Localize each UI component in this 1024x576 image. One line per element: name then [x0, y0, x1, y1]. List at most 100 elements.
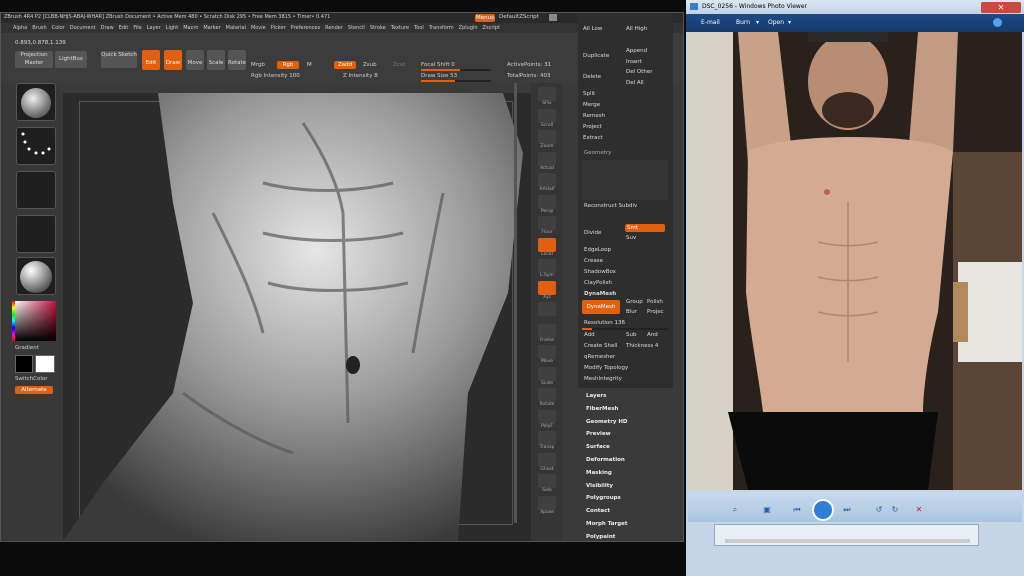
menu-document[interactable]: Document	[70, 25, 96, 31]
menu-alpha[interactable]: Alpha	[13, 25, 27, 31]
shelf-button-ghost[interactable]	[538, 452, 556, 467]
menu-macro[interactable]: Macro	[183, 25, 198, 31]
menu-picker[interactable]: Picker	[271, 25, 286, 31]
canvas-scrollbar[interactable]	[514, 83, 517, 523]
meshintegrity-button[interactable]: MeshIntegrity	[584, 376, 622, 382]
edit-button[interactable]: Edit	[142, 50, 160, 70]
actual-size-icon[interactable]: ▣	[760, 503, 774, 517]
email-button[interactable]: E-mail	[701, 19, 720, 26]
z-intensity-slider[interactable]: Z Intensity 8	[343, 73, 378, 79]
alternate-button[interactable]: Alternate	[15, 386, 53, 394]
move-button[interactable]: Move	[186, 50, 204, 70]
document-canvas[interactable]	[63, 93, 531, 541]
shelf-button-lsym[interactable]	[538, 259, 556, 273]
divide-button[interactable]: Divide	[584, 230, 601, 236]
modify-topology-button[interactable]: Modify Topology	[584, 365, 628, 371]
edgeloop-button[interactable]: EdgeLoop	[584, 247, 611, 253]
menu-zscript[interactable]: Zscript	[483, 25, 500, 31]
menu-texture[interactable]: Texture	[391, 25, 409, 31]
remesh-button[interactable]: Remesh	[583, 113, 605, 119]
insert-button[interactable]: Insert	[626, 59, 642, 65]
menu-polygroups[interactable]: Polygroups	[586, 495, 621, 501]
brush-thumbnail[interactable]	[16, 83, 56, 121]
shelf-button-frame[interactable]	[538, 323, 556, 338]
scale-button[interactable]: Scale	[207, 50, 225, 70]
blur-slider[interactable]: Blur	[626, 309, 637, 315]
shelf-button-local[interactable]	[538, 237, 556, 252]
sub-button[interactable]: Sub	[626, 332, 636, 338]
all-high-button[interactable]: All High	[626, 26, 647, 32]
photo-display[interactable]	[688, 32, 1022, 490]
projection-master-button[interactable]: Projection Master	[15, 51, 53, 68]
menu-stroke[interactable]: Stroke	[370, 25, 386, 31]
smt-toggle[interactable]: Smt	[625, 224, 665, 232]
zoom-icon[interactable]: ⌕	[728, 503, 742, 517]
claypolish-button[interactable]: ClayPolish	[584, 280, 612, 286]
menu-deformation[interactable]: Deformation	[586, 457, 625, 463]
shelf-button-transp[interactable]	[538, 431, 556, 445]
menu-polypaint[interactable]: Polypaint	[586, 534, 615, 540]
next-icon[interactable]: ⏭	[840, 503, 854, 517]
menu-morph-target[interactable]: Morph Target	[586, 521, 628, 527]
texture-thumbnail[interactable]	[16, 215, 56, 253]
dynamesh-header[interactable]: DynaMesh	[584, 291, 616, 297]
del-other-button[interactable]: Del Other	[626, 69, 653, 75]
draw-size-slider[interactable]: Draw Size 53	[421, 73, 457, 79]
burn-button[interactable]: Burn	[736, 19, 750, 26]
resolution-slider[interactable]: Resolution 136	[584, 320, 625, 326]
menu-light[interactable]: Light	[166, 25, 178, 31]
rotate-button[interactable]: Rotate	[228, 50, 246, 70]
menu-fibermesh[interactable]: FiberMesh	[586, 406, 618, 412]
previous-icon[interactable]: ⏮	[790, 503, 804, 517]
rgb-intensity-slider[interactable]: Rgb Intensity 100	[251, 73, 300, 79]
create-shell-button[interactable]: Create Shell	[584, 343, 617, 349]
color-picker[interactable]	[14, 301, 56, 341]
add-button[interactable]: Add	[584, 332, 595, 338]
dynamesh-button[interactable]: DynaMesh	[582, 300, 620, 314]
menu-contact[interactable]: Contact	[586, 508, 610, 514]
shelf-button-polyf[interactable]	[538, 409, 556, 424]
close-icon[interactable]: ✕	[981, 2, 1021, 13]
duplicate-button[interactable]: Duplicate	[583, 53, 609, 59]
open-button[interactable]: Open	[768, 19, 784, 26]
merge-button[interactable]: Merge	[583, 102, 600, 108]
menu-masking[interactable]: Masking	[586, 470, 612, 476]
shelf-button-xpose[interactable]	[538, 495, 556, 510]
mrgb-toggle[interactable]: Mrgb	[251, 62, 265, 68]
shelf-button-spix[interactable]	[538, 87, 556, 101]
and-button[interactable]: And	[647, 332, 658, 338]
rgb-toggle[interactable]: Rgb	[277, 61, 299, 69]
del-all-button[interactable]: Del All	[626, 80, 644, 86]
menu-file[interactable]: File	[133, 25, 141, 31]
menu-material[interactable]: Material	[226, 25, 246, 31]
shelf-button-solo[interactable]	[538, 474, 556, 488]
shelf-button-blank[interactable]	[538, 302, 556, 316]
shelf-button-scroll[interactable]	[538, 108, 556, 123]
switch-color-button[interactable]: SwitchColor	[15, 376, 48, 382]
horizontal-scrollbar[interactable]	[725, 539, 970, 543]
focal-shift-slider[interactable]: Focal Shift 0	[421, 62, 455, 68]
delete-icon[interactable]: ✕	[912, 503, 926, 517]
reconstruct-subdiv-button[interactable]: Reconstruct Subdiv	[584, 203, 637, 209]
rotate-right-icon[interactable]: ↻	[888, 503, 902, 517]
menu-layers[interactable]: Layers	[586, 393, 606, 399]
crease-button[interactable]: Crease	[584, 258, 603, 264]
shelf-button-aahalf[interactable]	[538, 173, 556, 187]
extract-button[interactable]: Extract	[583, 135, 603, 141]
project-toggle[interactable]: Projec	[647, 309, 664, 315]
project-button[interactable]: Project	[583, 124, 602, 130]
shelf-button-move[interactable]	[538, 345, 556, 359]
menu-stencil[interactable]: Stencil	[348, 25, 365, 31]
shelf-button-rotate[interactable]	[538, 388, 556, 402]
all-low-button[interactable]: All Low	[583, 26, 602, 32]
open-dropdown-icon[interactable]: ▾	[788, 19, 791, 26]
menu-tool[interactable]: Tool	[414, 25, 424, 31]
help-icon[interactable]	[993, 18, 1002, 27]
main-color[interactable]	[35, 355, 55, 373]
thickness-slider[interactable]: Thickness 4	[626, 343, 658, 349]
menu-marker[interactable]: Marker	[203, 25, 220, 31]
suv-toggle[interactable]: Suv	[626, 235, 636, 241]
rotate-left-icon[interactable]: ↺	[872, 503, 886, 517]
menu-edit[interactable]: Edit	[119, 25, 129, 31]
alpha-thumbnail[interactable]	[16, 171, 56, 209]
